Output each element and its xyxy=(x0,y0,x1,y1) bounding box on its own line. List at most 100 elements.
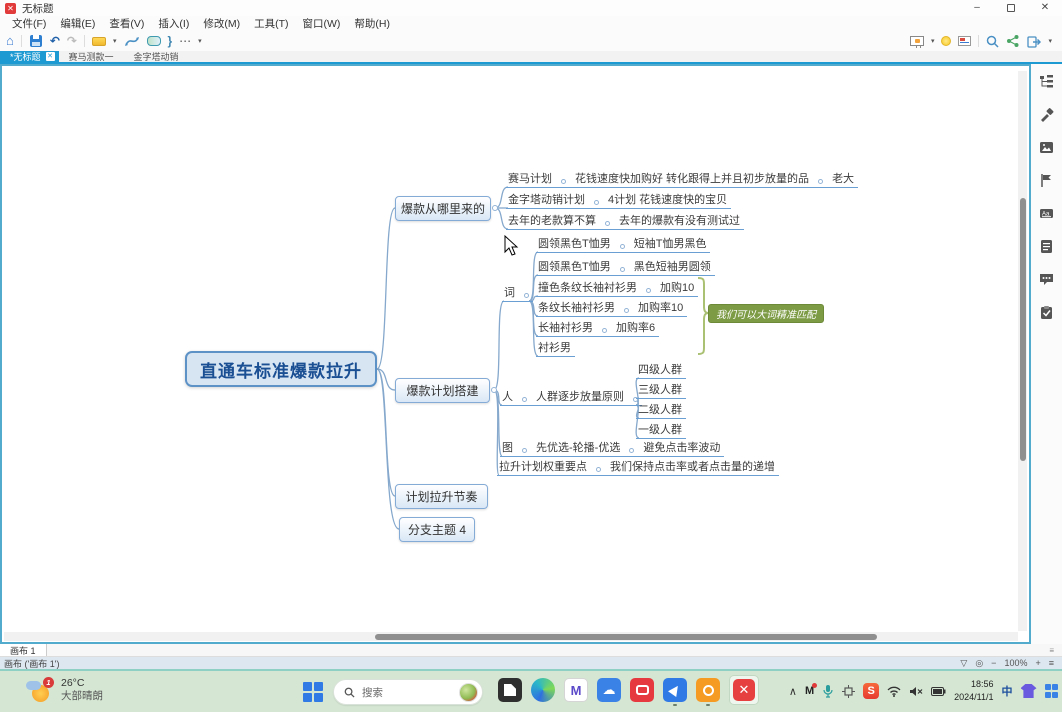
zoom-menu-icon[interactable]: ≡ xyxy=(1049,658,1054,668)
node-text[interactable]: 一级人群 xyxy=(638,421,682,437)
collapse-dot[interactable] xyxy=(522,397,527,402)
row-keyword-3[interactable]: 撞色条纹长袖衬衫男 加购10 xyxy=(536,279,698,297)
node-text[interactable]: 条纹长袖衬衫男 xyxy=(538,299,615,315)
node-word[interactable]: 词 xyxy=(502,284,533,302)
filter-icon[interactable]: ▽ xyxy=(960,658,967,669)
row-plan-weight-points[interactable]: 拉升计划权重要点 我们保持点击率或者点击量的递增 xyxy=(497,458,779,476)
row-audience-level-4[interactable]: 四级人群 xyxy=(636,361,686,379)
collapse-dot[interactable] xyxy=(620,267,625,272)
start-button[interactable] xyxy=(303,682,323,702)
row-keyword-6[interactable]: 衬衫男 xyxy=(536,339,575,357)
topic-branch-4[interactable]: 分支主题 4 xyxy=(399,517,475,542)
show-hidden-icons[interactable]: ∧ xyxy=(789,685,797,698)
topic-where-hits-come-from[interactable]: 爆款从哪里来的 xyxy=(395,196,491,221)
mindmaster-icon[interactable]: M xyxy=(564,678,588,702)
menu-view[interactable]: 查看(V) xyxy=(102,16,151,31)
widgets-grid-icon[interactable] xyxy=(1045,684,1059,698)
taskbar-search[interactable]: 搜索 xyxy=(333,679,483,705)
row-keyword-5[interactable]: 长袖衬衫男 加购率6 xyxy=(536,319,659,337)
xmind-taskbar-active[interactable]: ✕ xyxy=(729,675,759,705)
node-text[interactable]: 加购率6 xyxy=(616,319,655,335)
zoom-in-button[interactable]: + xyxy=(1035,658,1040,668)
comment-icon[interactable] xyxy=(1039,272,1054,287)
menu-window[interactable]: 窗口(W) xyxy=(296,16,348,31)
collapse-dot[interactable] xyxy=(522,448,527,453)
export-icon[interactable] xyxy=(1027,35,1041,48)
node-text[interactable]: 金字塔动销计划 xyxy=(508,191,585,207)
structure-icon[interactable] xyxy=(1039,74,1054,89)
node-text[interactable]: 花钱速度快加购好 转化跟得上并且初步放量的品 xyxy=(575,170,809,186)
summary-topic[interactable]: 我们可以大词精准匹配 xyxy=(708,304,824,323)
menu-tools[interactable]: 工具(T) xyxy=(247,16,295,31)
pointer-app-icon[interactable] xyxy=(663,678,687,702)
row-audience-level-2[interactable]: 二级人群 xyxy=(636,401,686,419)
node-text[interactable]: 撞色条纹长袖衬衫男 xyxy=(538,279,637,295)
node-text[interactable]: 长袖衬衫男 xyxy=(538,319,593,335)
red-app-icon[interactable] xyxy=(630,678,654,702)
marker-flag-icon[interactable] xyxy=(1039,173,1054,188)
horizontal-scrollbar-thumb[interactable] xyxy=(375,634,877,640)
collapse-dot[interactable] xyxy=(620,244,625,249)
node-text[interactable]: 避免点击率波动 xyxy=(643,439,720,455)
row-keyword-1[interactable]: 圆领黑色T恤男 短袖T恤男黑色 xyxy=(536,235,710,253)
lightbulb-icon[interactable] xyxy=(941,36,951,46)
relationship-icon[interactable] xyxy=(124,34,140,48)
node-text[interactable]: 人 xyxy=(502,388,513,404)
row-last-year-models[interactable]: 去年的老款算不算 去年的爆款有没有测试过 xyxy=(506,212,744,230)
collapse-dot[interactable] xyxy=(561,179,566,184)
presentation-dropdown-icon[interactable]: ▾ xyxy=(931,37,935,45)
collapse-dot[interactable] xyxy=(624,308,629,313)
node-text[interactable]: 去年的老款算不算 xyxy=(508,212,596,228)
node-text[interactable]: 三级人群 xyxy=(638,381,682,397)
summary-icon[interactable]: } xyxy=(168,34,173,48)
search-highlight-avatar[interactable] xyxy=(459,683,478,702)
tab-close-icon[interactable]: ✕ xyxy=(46,52,55,61)
node-text[interactable]: 短袖T恤男黑色 xyxy=(634,235,707,251)
node-picture[interactable]: 图 先优选-轮播-优选 避免点击率波动 xyxy=(500,439,724,457)
battery-icon[interactable] xyxy=(931,687,946,696)
node-text[interactable]: 四级人群 xyxy=(638,361,682,377)
node-person[interactable]: 人 人群逐步放量原则 xyxy=(500,388,642,406)
row-keyword-4[interactable]: 条纹长袖衬衫男 加购率10 xyxy=(536,299,687,317)
row-keyword-2[interactable]: 圆领黑色T恤男 黑色短袖男圆领 xyxy=(536,258,715,276)
notes-doc-icon[interactable] xyxy=(1039,239,1054,254)
node-text[interactable]: 圆领黑色T恤男 xyxy=(538,235,611,251)
notes-icon[interactable] xyxy=(958,36,971,46)
tab-saima-cekuan[interactable]: 赛马测款一 xyxy=(59,51,124,62)
node-text[interactable]: 先优选-轮播-优选 xyxy=(536,439,620,455)
menu-file[interactable]: 文件(F) xyxy=(5,16,53,31)
restore-button[interactable] xyxy=(994,0,1028,16)
vertical-scrollbar[interactable] xyxy=(1018,71,1027,631)
central-topic[interactable]: 直通车标准爆款拉升 xyxy=(185,351,377,387)
weather-widget[interactable]: 1 26°C 大部晴朗 xyxy=(26,677,103,703)
camera-app-icon[interactable] xyxy=(696,678,720,702)
collapse-dot[interactable] xyxy=(524,293,529,298)
presentation-icon[interactable] xyxy=(910,36,924,46)
mindmap-canvas[interactable]: 直通车标准爆款拉升 爆款从哪里来的 爆款计划搭建 计划拉升节奏 分支主题 4 赛… xyxy=(0,64,1031,644)
more-dropdown-icon[interactable]: ▾ xyxy=(198,37,202,45)
collapse-dot[interactable] xyxy=(605,221,610,226)
tab-jinzita-dongxiao[interactable]: 金字塔动销 xyxy=(124,51,189,62)
search-icon[interactable] xyxy=(986,35,999,48)
menu-modify[interactable]: 修改(M) xyxy=(196,16,247,31)
collapse-dot[interactable] xyxy=(602,328,607,333)
node-text[interactable]: 图 xyxy=(502,439,513,455)
snip-tool-icon[interactable] xyxy=(842,685,855,698)
undo-icon[interactable]: ↶ xyxy=(50,34,60,48)
export-dropdown-icon[interactable]: ▾ xyxy=(1048,37,1052,45)
cloud-app-icon[interactable]: ☁ xyxy=(597,678,621,702)
row-audience-level-1[interactable]: 一级人群 xyxy=(636,421,686,439)
task-icon[interactable] xyxy=(1039,305,1054,320)
node-text[interactable]: 我们保持点击率或者点击量的递增 xyxy=(610,458,775,474)
sheet-handle-icon[interactable]: ≡ xyxy=(1041,644,1062,656)
fit-map-icon[interactable]: ◎ xyxy=(975,658,983,669)
horizontal-scrollbar[interactable] xyxy=(4,632,1018,641)
style-dropdown-icon[interactable]: ▾ xyxy=(113,37,117,45)
node-text[interactable]: 去年的爆款有没有测试过 xyxy=(619,212,740,228)
collapse-dot[interactable] xyxy=(594,200,599,205)
node-text[interactable]: 4计划 花钱速度快的宝贝 xyxy=(608,191,727,207)
clock[interactable]: 18:56 2024/11/1 xyxy=(954,678,993,704)
node-text[interactable]: 老大 xyxy=(832,170,854,186)
node-text[interactable]: 拉升计划权重要点 xyxy=(499,458,587,474)
row-audience-level-3[interactable]: 三级人群 xyxy=(636,381,686,399)
